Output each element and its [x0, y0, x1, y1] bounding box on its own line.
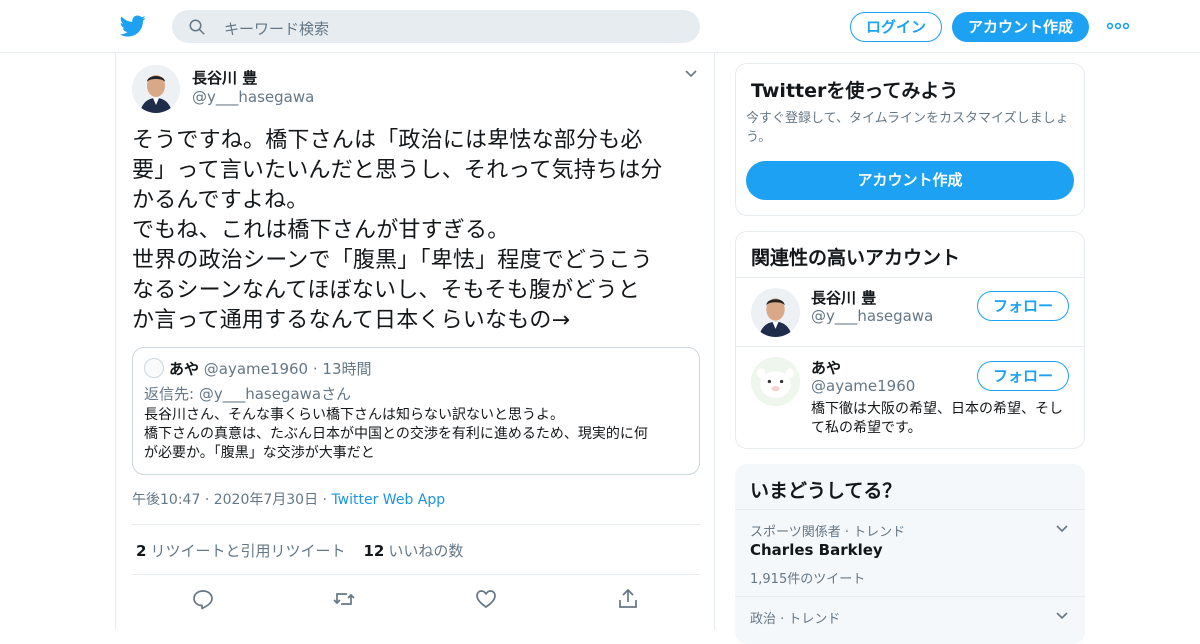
- alpaca-avatar-icon: [751, 357, 800, 406]
- account-handle[interactable]: @ayame1960: [811, 377, 915, 395]
- quoted-handle: @ayame1960: [203, 360, 309, 378]
- reply-target: @y___hasegawaさん: [198, 385, 352, 403]
- like-heart-icon[interactable]: [474, 587, 498, 611]
- quoted-time: 13時間: [322, 360, 372, 378]
- likes-stat[interactable]: 12 いいねの数: [363, 542, 463, 560]
- signup-prompt-card: Twitterを使ってみよう 今すぐ登録して、タイムラインをカスタマイズしましょ…: [735, 63, 1085, 216]
- card-title: Twitterを使ってみよう: [751, 80, 959, 102]
- separator-dot: ·: [312, 360, 318, 378]
- reply-prefix: 返信先:: [144, 385, 199, 403]
- signup-card-button[interactable]: アカウント作成: [746, 161, 1074, 200]
- trend-name[interactable]: Charles Barkley: [750, 541, 883, 559]
- retweets-count: 2: [136, 542, 147, 560]
- follow-button[interactable]: フォロー: [977, 361, 1069, 391]
- quoted-avatar: [144, 358, 164, 378]
- account-bio: 橋下徹は大阪の希望、日本の希望、そして私の希望です。: [811, 401, 1063, 436]
- account-handle[interactable]: @y___hasegawa: [811, 307, 933, 325]
- account-name[interactable]: あや: [811, 357, 841, 378]
- quoted-text: 長谷川さん、そんな事くらい橋下さんは知らない訳ないと思うよ。 橋下さんの真意は、…: [144, 407, 648, 461]
- top-header: キーワード検索 ログイン アカウント作成: [0, 0, 1200, 53]
- search-placeholder[interactable]: キーワード検索: [224, 18, 329, 39]
- author-name[interactable]: 長谷川 豊: [192, 67, 257, 88]
- chevron-down-icon[interactable]: [684, 69, 698, 79]
- tweet-date[interactable]: 2020年7月30日: [214, 492, 318, 508]
- account-name[interactable]: 長谷川 豊: [811, 287, 876, 308]
- tweet-meta: 午後10:47 · 2020年7月30日 · Twitter Web App: [132, 489, 445, 509]
- tweet-stats: 2 リツイートと引用リツイート 12 いいねの数: [136, 540, 463, 561]
- divider: [736, 346, 1084, 347]
- card-description: 今すぐ登録して、タイムラインをカスタマイズしましょう。: [746, 111, 1069, 145]
- avatar[interactable]: [751, 357, 800, 406]
- divider: [132, 574, 700, 575]
- person-photo-icon: [132, 65, 180, 113]
- tweet-time[interactable]: 午後10:47: [132, 492, 200, 508]
- twitter-bird-logo-icon[interactable]: [120, 13, 146, 39]
- quoted-header: あや @ayame1960 · 13時間: [169, 358, 372, 379]
- chevron-down-icon[interactable]: [1055, 524, 1069, 534]
- quoted-reply-to: 返信先: @y___hasegawaさん: [144, 383, 351, 404]
- search-icon: [189, 19, 205, 35]
- trend-context: スポーツ関係者 · トレンド: [750, 525, 906, 540]
- reply-icon[interactable]: [191, 587, 215, 611]
- separator-dot: ·: [204, 492, 214, 508]
- likes-count: 12: [363, 542, 385, 560]
- avatar[interactable]: [751, 288, 800, 337]
- likes-label: いいねの数: [388, 542, 464, 560]
- tweet-text: そうですね。橋下さんは「政治には卑怯な部分も必 要」って言いたいんだと思うし、そ…: [132, 128, 663, 333]
- follow-button[interactable]: フォロー: [977, 291, 1069, 321]
- card-title: いまどうしてる？: [750, 480, 902, 502]
- author-handle[interactable]: @y___hasegawa: [192, 88, 314, 106]
- signup-button[interactable]: アカウント作成: [952, 12, 1089, 42]
- card-title: 関連性の高いアカウント: [751, 247, 961, 269]
- tweet-source-link[interactable]: Twitter Web App: [331, 492, 445, 508]
- divider: [735, 596, 1085, 597]
- trends-card: いまどうしてる？ スポーツ関係者 · トレンド Charles Barkley …: [735, 464, 1085, 644]
- chevron-down-icon[interactable]: [1055, 611, 1069, 621]
- search-box[interactable]: キーワード検索: [172, 10, 700, 43]
- divider: [735, 509, 1085, 510]
- share-icon[interactable]: [616, 587, 640, 611]
- retweet-icon[interactable]: [332, 587, 356, 611]
- quoted-name: あや: [169, 360, 200, 378]
- divider: [132, 524, 700, 525]
- quoted-tweet[interactable]: あや @ayame1960 · 13時間 返信先: @y___hasegawaさ…: [132, 347, 700, 475]
- retweets-label: リツイートと引用リツイート: [150, 542, 346, 560]
- related-accounts-card: 関連性の高いアカウント 長谷川 豊 @y___hasegawa フォロー あや …: [735, 231, 1085, 449]
- trend-context: 政治 · トレンド: [750, 612, 841, 627]
- login-button[interactable]: ログイン: [850, 12, 942, 42]
- trend-count: 1,915件のツイート: [750, 572, 866, 587]
- person-photo-icon: [751, 288, 800, 337]
- retweets-stat[interactable]: 2 リツイートと引用リツイート: [136, 542, 345, 560]
- more-dots-icon[interactable]: [1106, 18, 1130, 34]
- tweet-detail: 長谷川 豊 @y___hasegawa そうですね。橋下さんは「政治には卑怯な部…: [115, 53, 715, 630]
- divider: [736, 277, 1084, 278]
- avatar[interactable]: [132, 65, 180, 113]
